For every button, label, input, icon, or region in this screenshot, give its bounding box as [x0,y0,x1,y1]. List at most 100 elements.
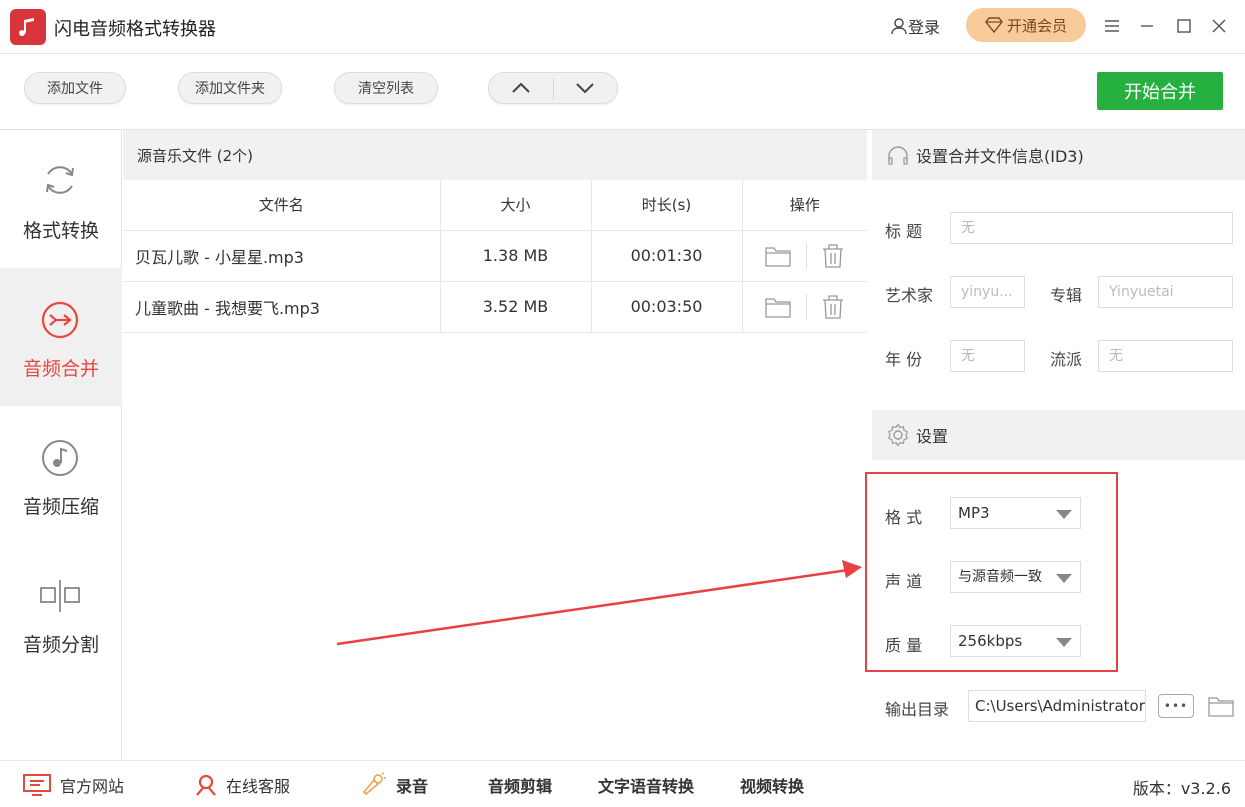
file-duration: 00:03:50 [591,281,743,333]
trash-icon[interactable] [821,294,845,320]
refresh-icon [38,158,82,202]
sidebar-item-audio-merge[interactable]: 音频合并 [0,268,122,406]
sidebar-item-label: 音频分割 [22,634,99,656]
title-label: 标 题 [885,222,923,241]
album-label: 专辑 [1050,286,1083,305]
file-table: 文件名 大小 时长(s) 操作 贝瓦儿歌 - 小星星.mp3 1.38 MB 0… [123,180,867,333]
more-dots-icon: ••• [1163,699,1189,713]
table-row[interactable]: 贝瓦儿歌 - 小星星.mp3 1.38 MB 00:01:30 [123,230,867,282]
column-header-duration[interactable]: 时长(s) [591,180,743,231]
id3-section-title: 设置合并文件信息(ID3) [916,147,1084,166]
add-folder-button[interactable]: 添加文件夹 [178,72,282,104]
open-folder-button[interactable] [1206,692,1236,720]
sidebar-item-format-convert[interactable]: 格式转换 [0,130,122,268]
footer-bar: 官方网站 在线客服 录音 音频剪辑 文字语音转换 视频转换 版本：v3.2.6 [0,760,1245,807]
id3-section-header: 设置合并文件信息(ID3) [872,130,1245,180]
table-header-row: 文件名 大小 时长(s) 操作 [123,180,867,231]
close-icon[interactable] [1207,14,1231,38]
year-label: 年 份 [885,350,923,369]
chevron-up-icon [512,82,530,93]
artist-input[interactable]: yinyu... [950,276,1025,308]
album-input[interactable]: Yinyuetai [1098,276,1233,308]
menu-icon[interactable] [1100,14,1124,38]
vip-label: 开通会员 [1006,16,1067,35]
row-actions [742,230,867,282]
record-label: 录音 [396,777,429,796]
chevron-down-icon [576,83,594,94]
settings-section-header: 设置 [872,410,1245,460]
genre-input[interactable]: 无 [1098,340,1233,372]
title-input[interactable]: 无 [950,212,1233,244]
artist-label: 艺术家 [885,286,934,305]
divider [806,293,808,320]
website-label: 官方网站 [60,777,125,796]
sidebar-item-label: 音频合并 [22,358,99,380]
app-title: 闪电音频格式转换器 [54,19,216,40]
website-link[interactable]: 官方网站 [22,773,124,797]
video-convert-link[interactable]: 视频转换 [740,773,804,797]
music-note-logo-icon [19,18,34,37]
merge-icon [38,298,82,342]
toolbar: 添加文件 添加文件夹 清空列表 开始合并 [0,54,1245,130]
trash-icon[interactable] [821,243,845,269]
browse-button[interactable]: ••• [1158,694,1194,718]
column-header-actions: 操作 [742,180,867,231]
row-actions [742,281,867,333]
folder-icon [1208,697,1234,717]
move-up-button[interactable] [489,73,553,103]
annotation-highlight-box [865,472,1118,672]
folder-icon[interactable] [764,295,792,319]
settings-section-title: 设置 [916,427,949,446]
split-icon [38,574,82,618]
user-icon [891,18,907,35]
column-header-size[interactable]: 大小 [440,180,592,231]
support-label: 在线客服 [226,777,291,796]
start-merge-button[interactable]: 开始合并 [1097,72,1223,110]
microphone-icon [362,772,386,796]
table-row[interactable]: 儿童歌曲 - 我想要飞.mp3 3.52 MB 00:03:50 [123,281,867,333]
move-down-button[interactable] [553,73,617,103]
file-list-header: 源音乐文件 (2个) [123,130,867,180]
sidebar-item-audio-compress[interactable]: 音频压缩 [0,406,122,544]
support-link[interactable]: 在线客服 [194,773,290,797]
year-input[interactable]: 无 [950,340,1025,372]
divider [553,78,554,100]
column-header-filename[interactable]: 文件名 [123,180,441,231]
version-label: 版本：v3.2.6 [1132,779,1231,798]
minimize-icon[interactable] [1135,14,1159,38]
sidebar-item-audio-split[interactable]: 音频分割 [0,544,122,682]
monitor-icon [23,774,51,796]
headphones-icon [888,146,908,165]
login-label: 登录 [908,18,941,37]
login-button[interactable]: 登录 [890,14,940,38]
file-name: 儿童歌曲 - 我想要飞.mp3 [123,281,441,333]
sidebar-item-label: 格式转换 [22,220,99,242]
output-dir-label: 输出目录 [885,700,950,719]
add-file-button[interactable]: 添加文件 [24,72,126,104]
sidebar: 格式转换 音频合并 音频压缩 音频分割 [0,130,122,760]
folder-icon[interactable] [764,244,792,268]
genre-label: 流派 [1050,350,1083,369]
title-bar: 闪电音频格式转换器 登录 开通会员 [0,0,1245,54]
sidebar-item-label: 音频压缩 [22,496,99,518]
file-duration: 00:01:30 [591,230,743,282]
support-agent-icon [196,774,216,796]
diamond-icon [985,17,1003,33]
app-logo [10,9,46,45]
file-list-panel: 源音乐文件 (2个) 文件名 大小 时长(s) 操作 贝瓦儿歌 - 小星星.mp… [123,130,867,760]
file-size: 1.38 MB [440,230,592,282]
tts-link[interactable]: 文字语音转换 [598,773,694,797]
maximize-icon[interactable] [1172,14,1196,38]
audio-edit-link[interactable]: 音频剪辑 [488,773,552,797]
settings-panel: 设置合并文件信息(ID3) 标 题 无 艺术家 yinyu... 专辑 Yiny… [865,130,1245,760]
record-link[interactable]: 录音 [358,772,429,797]
clear-list-button[interactable]: 清空列表 [334,72,438,104]
output-dir-input[interactable]: C:\Users\Administrator [968,690,1146,722]
gear-icon [888,423,908,447]
vip-button[interactable]: 开通会员 [966,8,1086,42]
move-buttons-group [488,72,618,104]
music-note-icon [38,436,82,480]
file-name: 贝瓦儿歌 - 小星星.mp3 [123,230,441,282]
divider [806,242,808,269]
file-size: 3.52 MB [440,281,592,333]
